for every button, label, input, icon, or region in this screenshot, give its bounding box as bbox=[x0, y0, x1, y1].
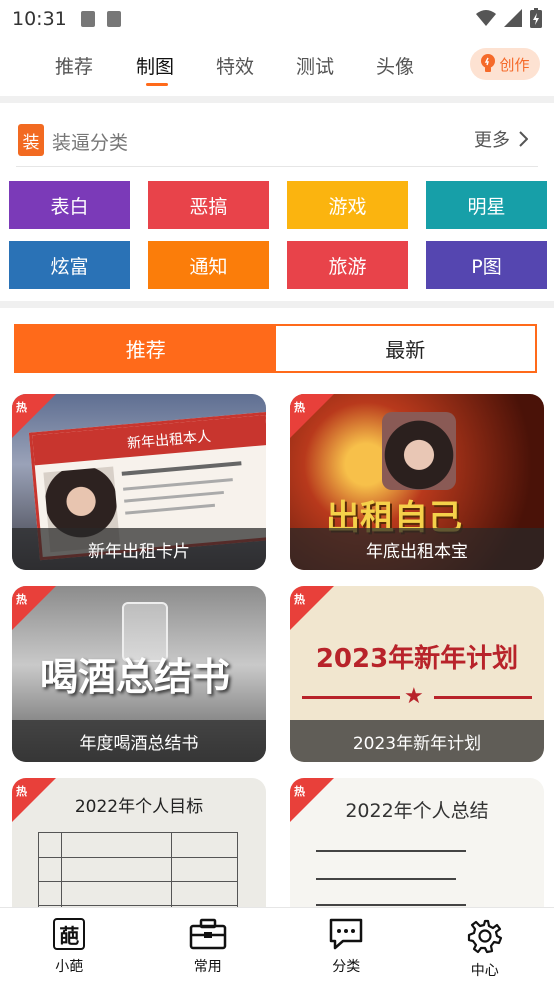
toolbox-icon bbox=[189, 918, 226, 950]
gear-icon bbox=[467, 919, 502, 954]
portrait-photo bbox=[382, 412, 456, 490]
battery-icon bbox=[530, 8, 542, 28]
lightbulb-icon bbox=[481, 54, 496, 72]
category-notice[interactable]: 通知 bbox=[148, 241, 269, 289]
create-button[interactable]: 创作 bbox=[470, 48, 540, 80]
tab-recommend[interactable]: 推荐 bbox=[55, 52, 93, 79]
more-label: 更多 bbox=[474, 130, 510, 151]
flower-char-icon: 葩 bbox=[53, 918, 86, 950]
tab-avatar[interactable]: 头像 bbox=[376, 52, 414, 79]
category-header: 装 装逼分类 更多 bbox=[0, 112, 554, 168]
category-prank[interactable]: 恶搞 bbox=[148, 181, 269, 229]
nav-item-home[interactable]: 葩 小葩 bbox=[0, 908, 139, 985]
table-line bbox=[39, 857, 237, 858]
hot-label: 热 bbox=[294, 785, 305, 798]
hot-label: 热 bbox=[294, 593, 305, 606]
nav-item-category[interactable]: 分类 bbox=[277, 908, 416, 985]
nav-label: 常用 bbox=[193, 959, 222, 975]
chat-bubble-icon bbox=[330, 918, 363, 950]
section-divider bbox=[0, 96, 554, 103]
template-card[interactable]: 出租自己 热 年底出租本宝 bbox=[290, 394, 544, 570]
hot-label: 热 bbox=[16, 593, 27, 606]
hot-label: 热 bbox=[294, 401, 305, 414]
text-line bbox=[125, 503, 216, 515]
sim-card-icon bbox=[80, 11, 95, 27]
category-travel[interactable]: 旅游 bbox=[287, 241, 408, 289]
nav-item-center[interactable]: 中心 bbox=[416, 908, 554, 985]
nav-label: 分类 bbox=[332, 959, 361, 975]
card-caption: 新年出租卡片 bbox=[12, 528, 266, 570]
decorative-line bbox=[434, 696, 532, 699]
category-confession[interactable]: 表白 bbox=[9, 181, 130, 229]
star-icon: ★ bbox=[404, 684, 424, 709]
tab-effects[interactable]: 特效 bbox=[216, 52, 254, 79]
handwriting-line bbox=[316, 904, 466, 906]
table-line bbox=[39, 881, 237, 882]
card-overlay-text: 2023年新年计划 bbox=[315, 644, 519, 674]
chevron-right-icon bbox=[519, 131, 528, 147]
create-button-label: 创作 bbox=[499, 55, 530, 74]
category-title: 装逼分类 bbox=[52, 132, 129, 154]
table-line bbox=[39, 905, 237, 906]
category-more-link[interactable]: 更多 bbox=[474, 126, 528, 152]
nav-item-common[interactable]: 常用 bbox=[139, 908, 278, 985]
switch-tab-recommend[interactable]: 推荐 bbox=[16, 326, 276, 371]
nav-label: 小葩 bbox=[55, 959, 84, 975]
handwriting-line bbox=[316, 850, 466, 852]
category-grid: 表白 恶搞 游戏 明星 炫富 通知 旅游 P图 bbox=[9, 181, 547, 289]
content-switch: 推荐 最新 bbox=[14, 324, 537, 373]
tab-drawing[interactable]: 制图 bbox=[136, 52, 174, 79]
switch-tab-latest[interactable]: 最新 bbox=[275, 326, 535, 371]
section-divider bbox=[0, 301, 554, 308]
template-card[interactable]: 2023年新年计划 ★ 热 2023年新年计划 bbox=[290, 586, 544, 762]
handwriting-line bbox=[316, 878, 456, 880]
hot-label: 热 bbox=[16, 401, 27, 414]
card-caption: 年度喝酒总结书 bbox=[12, 720, 266, 762]
card-caption: 年底出租本宝 bbox=[290, 528, 544, 570]
text-line bbox=[121, 461, 242, 476]
template-card[interactable]: 新年出租本人 热 新年出租卡片 bbox=[12, 394, 266, 570]
bottom-nav: 葩 小葩 常用 分类 中心 bbox=[0, 907, 554, 985]
status-bar: 10:31 bbox=[0, 0, 554, 38]
signal-icon bbox=[504, 9, 522, 27]
card-overlay-text: 喝酒总结书 bbox=[40, 655, 231, 699]
text-line bbox=[123, 478, 233, 491]
wifi-icon bbox=[476, 10, 496, 26]
nav-label: 中心 bbox=[470, 963, 499, 979]
category-game[interactable]: 游戏 bbox=[287, 181, 408, 229]
category-celebrity[interactable]: 明星 bbox=[426, 181, 547, 229]
sim-card-icon bbox=[106, 11, 121, 27]
status-right-icons bbox=[476, 8, 542, 28]
hot-label: 热 bbox=[16, 785, 27, 798]
decorative-line bbox=[302, 696, 400, 699]
nav-home-glyph: 葩 bbox=[59, 923, 80, 948]
category-show-wealth[interactable]: 炫富 bbox=[9, 241, 130, 289]
tab-test[interactable]: 测试 bbox=[296, 52, 334, 79]
status-time: 10:31 bbox=[12, 8, 67, 30]
template-card[interactable]: 喝酒总结书 热 年度喝酒总结书 bbox=[12, 586, 266, 762]
status-notification-icons bbox=[80, 11, 121, 27]
divider bbox=[16, 166, 538, 167]
active-tab-indicator bbox=[146, 83, 168, 86]
category-photoshop[interactable]: P图 bbox=[426, 241, 547, 289]
category-badge: 装 bbox=[18, 124, 44, 156]
text-line bbox=[124, 490, 224, 503]
card-caption: 2023年新年计划 bbox=[290, 720, 544, 762]
